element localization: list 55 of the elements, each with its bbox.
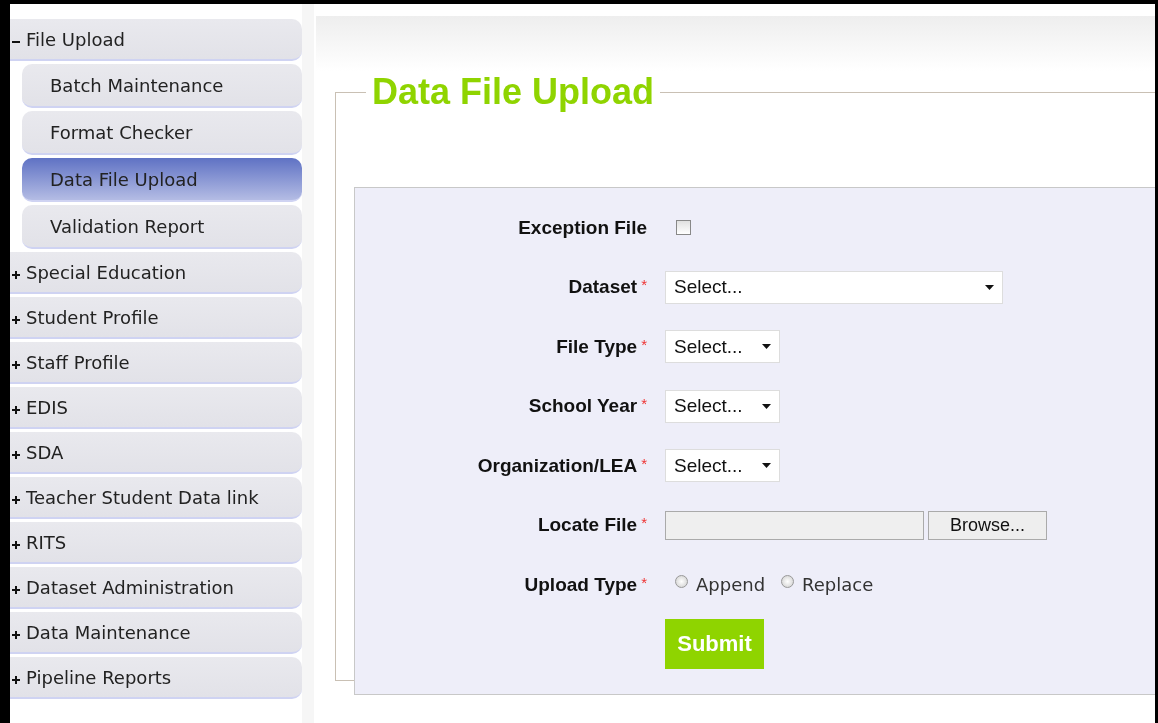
sidebar-item[interactable]: EDIS — [10, 387, 302, 429]
browse-button[interactable]: Browse... — [928, 510, 1047, 540]
sidebar-item[interactable]: Student Profile — [10, 297, 302, 339]
radio-button[interactable] — [675, 575, 688, 589]
radio-label: Append — [696, 574, 766, 596]
caret-icon — [985, 284, 994, 290]
page-title: Data File Upload — [371, 71, 656, 113]
sidebar-item[interactable]: Staff Profile — [10, 342, 302, 384]
required-mark: * — [641, 335, 647, 353]
plus-icon — [12, 361, 20, 369]
sidebar-item[interactable]: Teacher Student Data link — [10, 477, 302, 519]
required-mark: * — [641, 514, 647, 532]
sidebar-subitem[interactable]: Data File Upload — [22, 158, 302, 202]
plus-icon — [12, 586, 20, 594]
field-label: Upload Type — [524, 573, 638, 596]
dropdown[interactable]: Select... — [665, 270, 1003, 304]
field-label: File Type — [556, 335, 638, 358]
required-mark: * — [641, 395, 647, 413]
field-label: Exception File — [518, 216, 647, 239]
dropdown[interactable]: Select... — [665, 449, 780, 483]
plus-icon — [12, 631, 20, 639]
sidebar-item[interactable]: Dataset Administration — [10, 567, 302, 609]
sidebar-item[interactable]: SDA — [10, 432, 302, 474]
field-label: Locate File — [537, 514, 638, 537]
sidebar-item[interactable]: File Upload — [10, 19, 302, 61]
sidebar-item[interactable]: RITS — [10, 522, 302, 564]
sidebar-item[interactable]: Special Education — [10, 252, 302, 294]
sidebar-subitem[interactable]: Validation Report — [22, 205, 302, 249]
sidebar-item[interactable]: Data Maintenance — [10, 612, 302, 654]
plus-icon — [12, 316, 20, 324]
caret-icon — [762, 463, 771, 469]
sidebar-subitem[interactable]: Format Checker — [22, 111, 302, 155]
required-mark: * — [641, 573, 647, 591]
required-mark: * — [641, 454, 647, 472]
plus-icon — [12, 271, 20, 279]
sidebar-item[interactable]: Pipeline Reports — [10, 657, 302, 699]
minus-icon — [12, 38, 20, 46]
dropdown[interactable]: Select... — [665, 389, 780, 423]
sidebar-subitem[interactable]: Batch Maintenance — [22, 64, 302, 108]
checkbox[interactable] — [676, 220, 691, 236]
field-label: Dataset — [568, 276, 638, 299]
radio-button[interactable] — [781, 575, 795, 589]
caret-icon — [762, 344, 771, 350]
plus-icon — [12, 406, 20, 414]
required-mark: * — [641, 276, 647, 294]
plus-icon — [12, 451, 20, 459]
caret-icon — [762, 403, 771, 409]
dropdown[interactable]: Select... — [665, 330, 780, 364]
plus-icon — [12, 676, 20, 684]
plus-icon — [12, 496, 20, 504]
field-label: Organization/LEA — [477, 454, 638, 477]
file-path-field[interactable] — [665, 510, 924, 540]
radio-label: Replace — [802, 574, 874, 596]
field-label: School Year — [528, 395, 638, 418]
plus-icon — [12, 541, 20, 549]
